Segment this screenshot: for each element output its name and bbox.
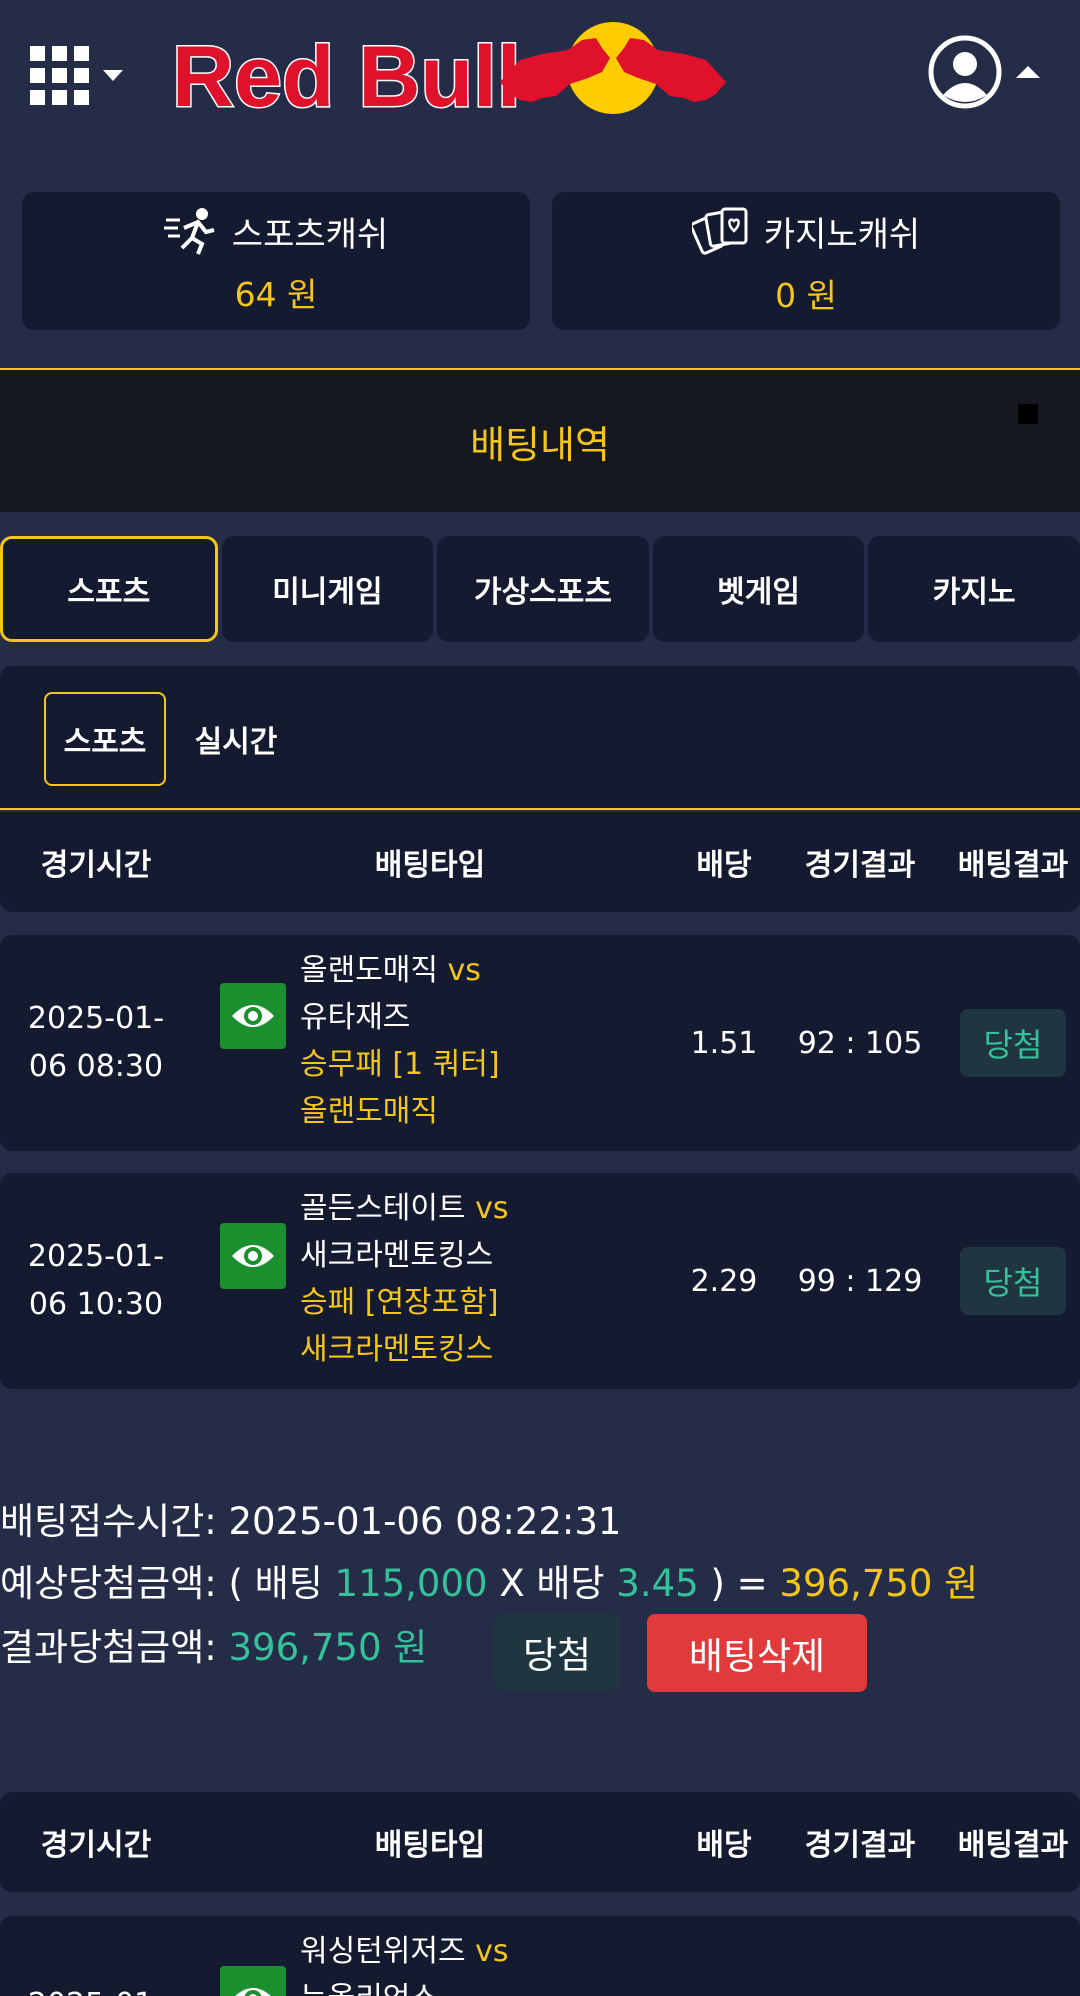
subtab-sports[interactable]: 스포츠 [44,692,166,786]
col-odds: 배당 [696,1828,752,1863]
col-time: 경기시간 [40,1828,152,1863]
expected-value: 396,750 원 [779,1562,979,1605]
away-team: 뉴올리언스 [300,1975,680,1996]
match-date: 2025-01- [27,1001,165,1036]
eye-icon [235,1988,271,1996]
page-title: 배팅내역 [470,422,610,467]
total-odds: 3.45 [616,1562,699,1605]
status-badge: 당첨 [960,1247,1066,1315]
match-time: 2025-01- 06 08:30 [0,935,192,1151]
col-type: 배팅타입 [374,1828,486,1863]
win-status-button[interactable]: 당첨 [494,1614,620,1690]
match-clock: 06 10:30 [28,1287,164,1322]
view-button[interactable] [220,1223,286,1289]
away-team: 새크라멘토킹스 [300,1238,494,1273]
vs-label: vs [475,1191,509,1226]
bet-amount: 115,000 [334,1562,488,1605]
bet-pick: 새크라멘토킹스 [300,1332,494,1367]
view-button[interactable] [220,983,286,1049]
bet-pick: 올랜도매직 [300,1094,438,1129]
status-badge: 당첨 [960,1009,1066,1077]
subtab-panel: 스포츠 실시간 [0,666,1080,810]
delete-bet-button[interactable]: 배팅삭제 [647,1614,867,1692]
bet-row[interactable]: 2025-01- 06 08:30 올랜도매직 vs 유타재즈 승무패 [1 쿼터… [0,935,1080,1151]
col-time: 경기시간 [40,848,152,883]
tab-sports[interactable]: 스포츠 [0,536,218,642]
tab-minigame[interactable]: 미니게임 [221,536,434,642]
result-payout-line: 결과당첨금액: 396,750 원 [0,1624,427,1672]
user-circle-icon [928,35,1002,109]
match-score: 92 : 105 [797,1025,923,1061]
casino-cash-amount: 0 원 [775,276,837,315]
sports-cash-label: 스포츠캐쉬 [231,214,389,255]
match-score: 99 : 129 [797,1263,923,1299]
col-odds: 배당 [696,848,752,883]
cards-icon [691,207,748,255]
tab-virtual-sports[interactable]: 가상스포츠 [437,536,649,642]
bet-odds: 2.29 [690,1263,758,1299]
match-date: 2025-01- [27,1239,165,1274]
brand-logo[interactable]: Red Bull [170,18,740,118]
bet-odds: 1.51 [690,1025,758,1061]
col-score: 경기결과 [804,848,916,883]
vs-label: vs [475,1934,509,1969]
expected-label: 예상당첨금액: [0,1562,217,1605]
col-score: 경기결과 [804,1828,916,1863]
table-header: 경기시간 배팅타입 배당 경기결과 배팅결과 [0,1792,1080,1892]
sports-cash-card[interactable]: 스포츠캐쉬 64 원 [22,192,530,330]
expected-payout-line: 예상당첨금액: ( 배팅 115,000 X 배당 3.45 ) = 396,7… [0,1560,978,1608]
away-team: 유타재즈 [300,1000,411,1035]
view-button[interactable] [220,1966,286,1996]
received-label: 배팅접수시간: [0,1500,217,1543]
bet-market: 승무패 [1 쿼터] [300,1047,500,1082]
casino-cash-card[interactable]: 카지노캐쉬 0 원 [552,192,1060,330]
bet-row[interactable]: 2025-01- 워싱턴위저즈 vs 뉴올리언스 [0,1916,1080,1996]
chevron-down-icon [103,69,123,81]
brand-name: Red Bull [172,29,521,118]
expected-close: ) = [710,1562,768,1605]
received-time-line: 배팅접수시간: 2025-01-06 08:22:31 [0,1498,621,1546]
result-value: 396,750 원 [228,1626,428,1669]
bet-market: 승패 [연장포함] [300,1285,499,1320]
col-type: 배팅타입 [374,848,486,883]
times-label: X 배당 [499,1562,605,1605]
home-team: 워싱턴위저즈 [300,1934,466,1969]
match-info: 올랜도매직 vs 유타재즈 승무패 [1 쿼터] 올랜도매직 [300,947,680,1135]
match-info: 골든스테이트 vs 새크라멘토킹스 승패 [연장포함] 새크라멘토킹스 [300,1185,680,1373]
match-time: 2025-01- 06 10:30 [0,1173,192,1389]
received-value: 2025-01-06 08:22:31 [228,1500,622,1543]
home-team: 올랜도매직 [300,953,438,988]
table-header: 경기시간 배팅타입 배당 경기결과 배팅결과 [0,812,1080,912]
col-result: 배팅결과 [957,1828,1069,1863]
match-clock: 06 08:30 [28,1049,164,1084]
tab-casino[interactable]: 카지노 [868,536,1080,642]
eye-icon [232,1005,274,1027]
sports-cash-amount: 64 원 [234,275,318,314]
result-label: 결과당첨금액: [0,1626,217,1669]
bet-row[interactable]: 2025-01- 06 10:30 골든스테이트 vs 새크라멘토킹스 승패 [연… [0,1173,1080,1389]
match-date: 2025-01- [0,1980,192,1996]
home-team: 골든스테이트 [300,1191,466,1226]
subtab-live[interactable]: 실시간 [186,692,286,786]
square-marker [1018,404,1038,424]
tab-betgame[interactable]: 벳게임 [652,536,865,642]
expected-open: ( 배팅 [228,1562,323,1605]
casino-cash-label: 카지노캐쉬 [763,214,921,255]
section-header: 배팅내역 [0,368,1080,512]
match-info: 워싱턴위저즈 vs 뉴올리언스 [300,1928,680,1996]
runner-icon [163,208,215,255]
eye-icon [232,1245,274,1267]
grid-icon [30,45,89,105]
chevron-up-icon [1016,66,1040,78]
col-result: 배팅결과 [957,848,1069,883]
category-tabs: 스포츠 미니게임 가상스포츠 벳게임 카지노 [0,536,1080,642]
vs-label: vs [447,953,481,988]
user-menu-button[interactable] [928,32,1048,112]
menu-button[interactable] [30,45,130,105]
